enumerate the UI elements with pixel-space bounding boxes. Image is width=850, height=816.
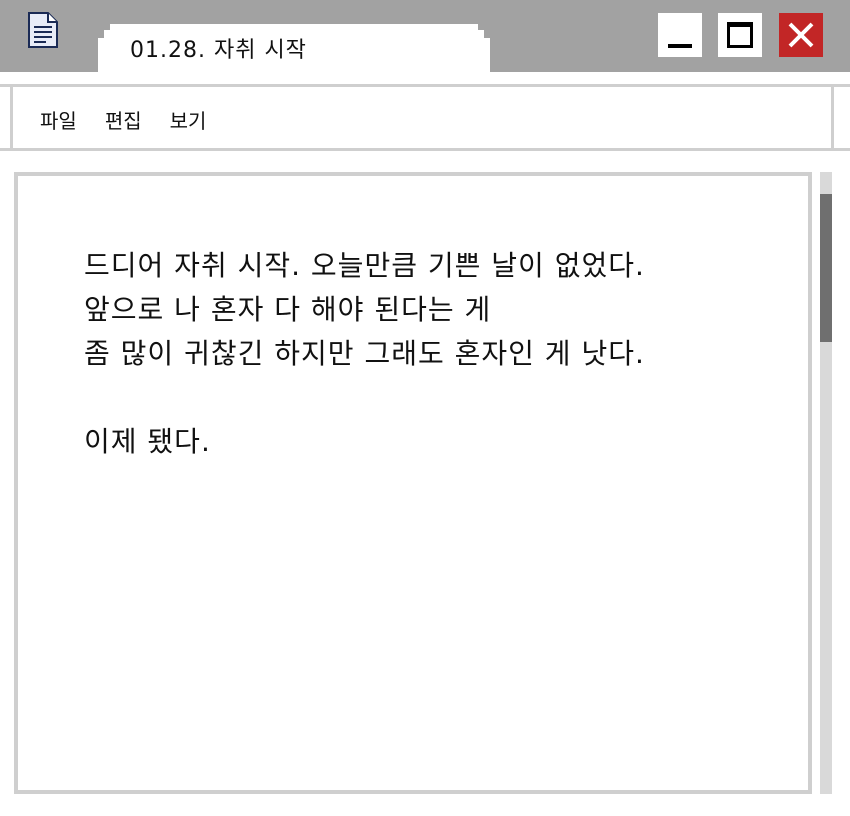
close-icon: [788, 22, 814, 48]
tab-title: 01.28. 자취 시작: [130, 38, 307, 63]
close-button[interactable]: [779, 13, 823, 57]
menu-file[interactable]: 파일: [40, 105, 77, 134]
menu-view[interactable]: 보기: [170, 105, 207, 134]
document-line: 앞으로 나 혼자 다 해야 된다는 게: [84, 293, 492, 326]
minimize-button[interactable]: [658, 13, 702, 57]
maximize-button[interactable]: [718, 13, 762, 57]
document-text-area[interactable]: 드디어 자취 시작. 오늘만큼 기쁜 날이 없었다. 앞으로 나 혼자 다 해야…: [14, 172, 812, 794]
scrollbar-thumb[interactable]: [820, 194, 832, 342]
menu-edit[interactable]: 편집: [105, 105, 142, 134]
document-line: 드디어 자취 시작. 오늘만큼 기쁜 날이 없었다.: [84, 249, 645, 282]
document-tab[interactable]: 01.28. 자취 시작: [98, 24, 490, 72]
document-line: 이제 됐다.: [84, 425, 211, 458]
title-bar: 01.28. 자취 시작: [0, 0, 850, 72]
vertical-scrollbar[interactable]: [820, 172, 832, 794]
document-line: 좀 많이 귀찮긴 하지만 그래도 혼자인 게 낫다.: [84, 337, 645, 370]
document-body: 드디어 자취 시작. 오늘만큼 기쁜 날이 없었다. 앞으로 나 혼자 다 해야…: [84, 244, 788, 464]
menu-bar: 파일 편집 보기: [0, 84, 850, 151]
notepad-document-icon: [28, 12, 58, 48]
